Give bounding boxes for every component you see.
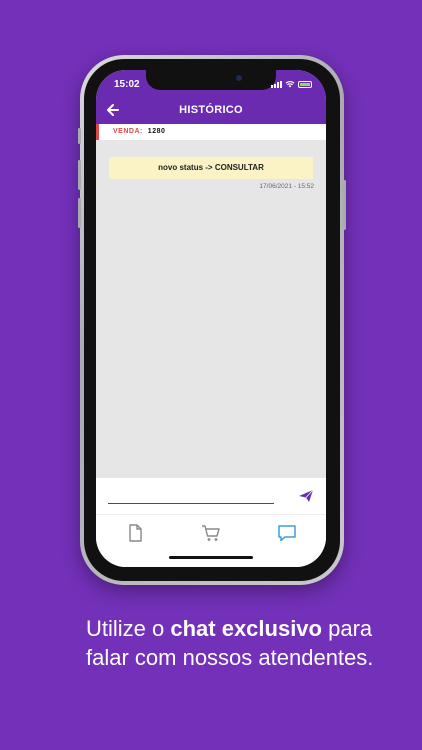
tab-documents[interactable]	[125, 523, 145, 543]
phone-side-button	[343, 180, 346, 230]
camera-icon	[236, 75, 242, 81]
phone-side-button	[78, 198, 81, 228]
send-icon	[299, 489, 314, 502]
caption-prefix: Utilize o	[86, 616, 171, 641]
tab-cart[interactable]	[201, 523, 221, 543]
sale-label: VENDA:	[113, 128, 143, 135]
cart-icon	[202, 525, 220, 541]
wifi-icon	[285, 80, 295, 88]
notch	[146, 70, 276, 90]
phone-side-button	[78, 160, 81, 190]
status-time: 15:02	[114, 79, 140, 90]
send-button[interactable]	[298, 489, 314, 503]
message-timestamp: 17/06/2021 - 15:52	[259, 183, 314, 190]
message-bubble: novo status -> CONSULTAR	[109, 157, 313, 179]
bottom-tab-bar	[96, 514, 326, 567]
message-composer	[96, 478, 326, 514]
chat-history[interactable]: novo status -> CONSULTAR 17/06/2021 - 15…	[96, 140, 326, 478]
chat-icon	[278, 525, 296, 542]
system-icons	[271, 80, 312, 88]
home-indicator	[169, 556, 253, 559]
sale-info-bar: VENDA: 1280	[96, 124, 326, 140]
page-title: HISTÓRICO	[179, 104, 243, 116]
status-bar: 15:02	[96, 70, 326, 98]
caption-highlight: chat exclusivo	[170, 616, 322, 641]
promo-caption: Utilize o chat exclusivo para falar com …	[86, 614, 396, 672]
tab-chat[interactable]	[277, 523, 297, 543]
signal-icon	[271, 81, 282, 88]
document-icon	[129, 524, 142, 542]
message-input[interactable]	[108, 488, 274, 504]
phone-screen: 15:02 HISTÓRICO VENDA: 1280 novo status …	[96, 70, 326, 567]
app-header: HISTÓRICO	[96, 98, 326, 124]
battery-icon	[298, 81, 312, 88]
sale-number: 1280	[147, 128, 166, 135]
phone-side-button	[78, 128, 81, 144]
